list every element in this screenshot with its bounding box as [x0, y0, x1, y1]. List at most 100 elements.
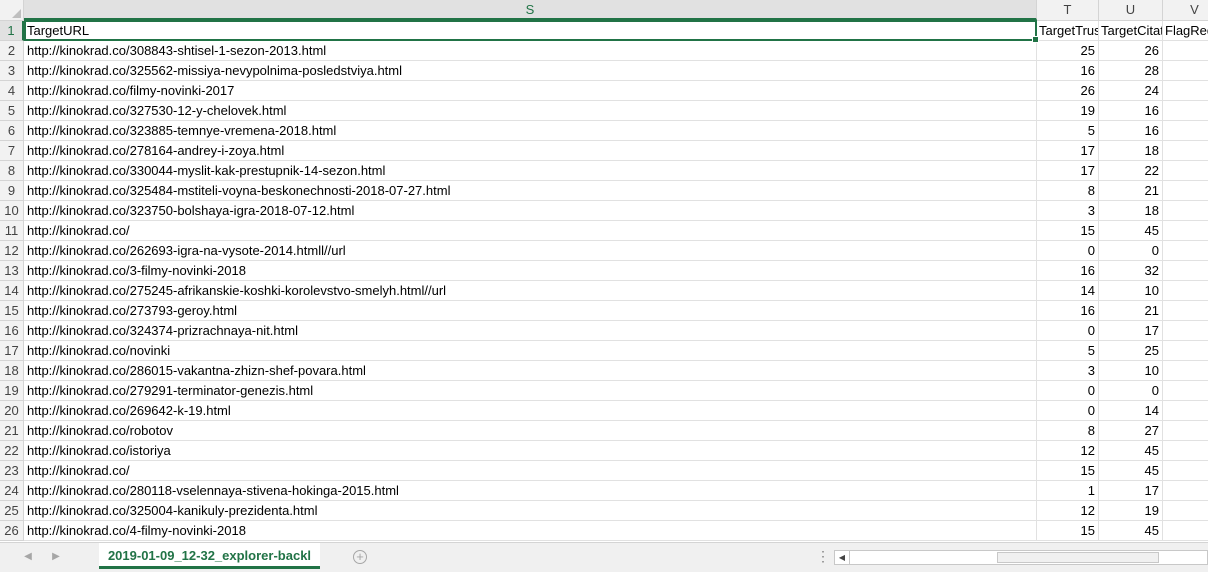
cell-targeturl[interactable]: http://kinokrad.co/278164-andrey-i-zoya.… — [24, 141, 1037, 161]
cell-flagredirect[interactable] — [1163, 41, 1208, 61]
plus-circle-icon[interactable]: + — [353, 550, 367, 564]
cell-targettrust[interactable]: 19 — [1037, 101, 1099, 121]
cell-targetcitation[interactable]: 26 — [1099, 41, 1163, 61]
cell-targettrust[interactable]: 3 — [1037, 361, 1099, 381]
scrollbar-thumb[interactable] — [997, 552, 1159, 563]
cell-targeturl[interactable]: http://kinokrad.co/325004-kanikuly-prezi… — [24, 501, 1037, 521]
row-header[interactable]: 20 — [0, 401, 24, 421]
cell-targetcitation[interactable]: 0 — [1099, 241, 1163, 261]
row-header[interactable]: 18 — [0, 361, 24, 381]
row-header[interactable]: 19 — [0, 381, 24, 401]
cell-flagredirect[interactable] — [1163, 101, 1208, 121]
cell-targeturl[interactable]: http://kinokrad.co/330044-myslit-kak-pre… — [24, 161, 1037, 181]
cell-targeturl[interactable]: TargetURL — [24, 21, 1037, 41]
cell-targetcitation[interactable]: 16 — [1099, 101, 1163, 121]
cell-targettrust[interactable]: 12 — [1037, 441, 1099, 461]
row-header[interactable]: 21 — [0, 421, 24, 441]
cell-targetcitation[interactable]: 10 — [1099, 361, 1163, 381]
cell-targettrust[interactable]: 16 — [1037, 261, 1099, 281]
row-header[interactable]: 1 — [0, 21, 24, 41]
cell-flagredirect[interactable] — [1163, 321, 1208, 341]
cell-targetcitation[interactable]: 18 — [1099, 141, 1163, 161]
cell-targetcitation[interactable]: 45 — [1099, 521, 1163, 541]
cell-targeturl[interactable]: http://kinokrad.co/280118-vselennaya-sti… — [24, 481, 1037, 501]
cell-flagredirect[interactable] — [1163, 141, 1208, 161]
row-header[interactable]: 5 — [0, 101, 24, 121]
cell-targettrust[interactable]: 16 — [1037, 301, 1099, 321]
cell-targetcitation[interactable]: TargetCitation — [1099, 21, 1163, 41]
cell-targeturl[interactable]: http://kinokrad.co/4-filmy-novinki-2018 — [24, 521, 1037, 541]
column-header-v[interactable]: V — [1163, 0, 1208, 20]
column-header-t[interactable]: T — [1037, 0, 1099, 20]
row-header[interactable]: 2 — [0, 41, 24, 61]
cell-targettrust[interactable]: 26 — [1037, 81, 1099, 101]
cell-targettrust[interactable]: 0 — [1037, 241, 1099, 261]
cell-flagredirect[interactable] — [1163, 181, 1208, 201]
cell-targeturl[interactable]: http://kinokrad.co/324374-prizrachnaya-n… — [24, 321, 1037, 341]
row-header[interactable]: 7 — [0, 141, 24, 161]
cell-targettrust[interactable]: 1 — [1037, 481, 1099, 501]
cell-targetcitation[interactable]: 25 — [1099, 341, 1163, 361]
cell-flagredirect[interactable] — [1163, 261, 1208, 281]
cell-flagredirect[interactable] — [1163, 281, 1208, 301]
row-header[interactable]: 3 — [0, 61, 24, 81]
cell-flagredirect[interactable] — [1163, 161, 1208, 181]
cell-targeturl[interactable]: http://kinokrad.co/3-filmy-novinki-2018 — [24, 261, 1037, 281]
cell-targeturl[interactable]: http://kinokrad.co/327530-12-y-chelovek.… — [24, 101, 1037, 121]
cell-targeturl[interactable]: http://kinokrad.co/269642-k-19.html — [24, 401, 1037, 421]
row-header[interactable]: 25 — [0, 501, 24, 521]
cell-targeturl[interactable]: http://kinokrad.co/275245-afrikanskie-ko… — [24, 281, 1037, 301]
row-header[interactable]: 9 — [0, 181, 24, 201]
cell-flagredirect[interactable] — [1163, 341, 1208, 361]
cell-targettrust[interactable]: 17 — [1037, 141, 1099, 161]
cell-flagredirect[interactable] — [1163, 221, 1208, 241]
column-header-s[interactable]: S — [24, 0, 1037, 20]
row-header[interactable]: 11 — [0, 221, 24, 241]
select-all-corner[interactable] — [0, 0, 24, 20]
cell-targetcitation[interactable]: 18 — [1099, 201, 1163, 221]
cell-targettrust[interactable]: 0 — [1037, 381, 1099, 401]
cell-targeturl[interactable]: http://kinokrad.co/novinki — [24, 341, 1037, 361]
row-header[interactable]: 24 — [0, 481, 24, 501]
cell-targeturl[interactable]: http://kinokrad.co/filmy-novinki-2017 — [24, 81, 1037, 101]
cell-targeturl[interactable]: http://kinokrad.co/308843-shtisel-1-sezo… — [24, 41, 1037, 61]
cell-flagredirect[interactable] — [1163, 481, 1208, 501]
cell-targetcitation[interactable]: 17 — [1099, 481, 1163, 501]
row-header[interactable]: 15 — [0, 301, 24, 321]
cell-flagredirect[interactable] — [1163, 381, 1208, 401]
cell-targettrust[interactable]: 5 — [1037, 341, 1099, 361]
cell-targeturl[interactable]: http://kinokrad.co/323885-temnye-vremena… — [24, 121, 1037, 141]
column-header-u[interactable]: U — [1099, 0, 1163, 20]
row-header[interactable]: 8 — [0, 161, 24, 181]
cell-targetcitation[interactable]: 45 — [1099, 441, 1163, 461]
row-header[interactable]: 12 — [0, 241, 24, 261]
cell-targetcitation[interactable]: 16 — [1099, 121, 1163, 141]
cell-targeturl[interactable]: http://kinokrad.co/robotov — [24, 421, 1037, 441]
row-header[interactable]: 6 — [0, 121, 24, 141]
row-header[interactable]: 13 — [0, 261, 24, 281]
cell-targettrust[interactable]: 8 — [1037, 421, 1099, 441]
prev-sheet-icon[interactable]: ◀ — [22, 551, 34, 563]
cell-flagredirect[interactable] — [1163, 361, 1208, 381]
cell-flagredirect[interactable]: FlagRedirect — [1163, 21, 1208, 41]
cell-targetcitation[interactable]: 21 — [1099, 301, 1163, 321]
cell-flagredirect[interactable] — [1163, 441, 1208, 461]
cell-targeturl[interactable]: http://kinokrad.co/323750-bolshaya-igra-… — [24, 201, 1037, 221]
cell-targeturl[interactable]: http://kinokrad.co/262693-igra-na-vysote… — [24, 241, 1037, 261]
cell-targetcitation[interactable]: 10 — [1099, 281, 1163, 301]
row-header[interactable]: 17 — [0, 341, 24, 361]
more-options-icon[interactable]: ⋮ — [816, 549, 830, 563]
cell-flagredirect[interactable] — [1163, 421, 1208, 441]
cell-flagredirect[interactable] — [1163, 241, 1208, 261]
cell-flagredirect[interactable] — [1163, 461, 1208, 481]
row-header[interactable]: 23 — [0, 461, 24, 481]
cell-flagredirect[interactable] — [1163, 81, 1208, 101]
cell-targetcitation[interactable]: 45 — [1099, 461, 1163, 481]
cell-flagredirect[interactable] — [1163, 121, 1208, 141]
cell-targetcitation[interactable]: 45 — [1099, 221, 1163, 241]
cell-flagredirect[interactable] — [1163, 501, 1208, 521]
cell-targeturl[interactable]: http://kinokrad.co/279291-terminator-gen… — [24, 381, 1037, 401]
row-header[interactable]: 14 — [0, 281, 24, 301]
cell-targeturl[interactable]: http://kinokrad.co/325562-missiya-nevypo… — [24, 61, 1037, 81]
cell-flagredirect[interactable] — [1163, 401, 1208, 421]
